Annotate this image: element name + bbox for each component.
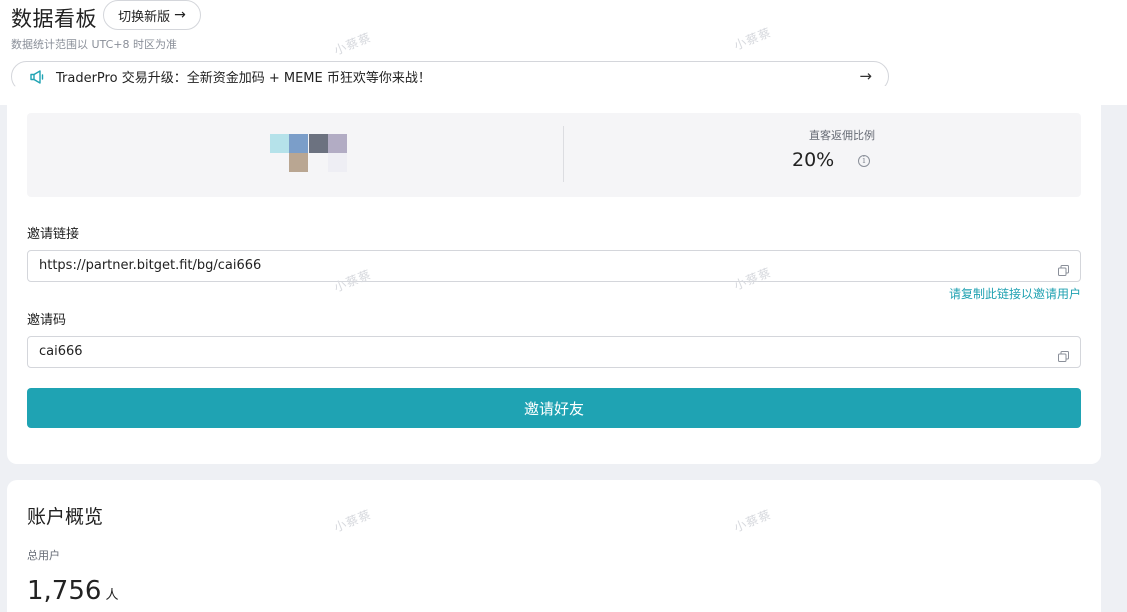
timezone-note: 数据统计范围以 UTC+8 时区为准 [11,38,178,51]
switch-version-button[interactable]: 切换新版 → [103,0,201,30]
arrow-right-icon: → [174,7,186,23]
info-icon[interactable]: i [858,155,870,167]
invite-link-value: https://partner.bitget.fit/bg/cai666 [39,258,262,273]
invite-code-value: cai666 [39,344,83,359]
invite-link-label: 邀请链接 [27,227,80,242]
arrow-right-icon: → [859,67,872,85]
overview-title: 账户概览 [27,506,104,528]
invite-card: 直客返佣比例 20% i 邀请链接 https://partner.bitget… [7,86,1101,464]
rebate-rate-value: 20% [792,149,835,171]
megaphone-icon [28,68,46,86]
divider [563,126,564,182]
announcement-text: TraderPro 交易升级：全新资金加码 + MEME 币狂欢等你来战！ [56,71,431,86]
copy-icon[interactable] [1058,261,1069,276]
page-title: 数据看板 [11,7,97,31]
rebate-stats-panel: 直客返佣比例 20% i [27,113,1081,197]
page: 数据看板 切换新版 → 数据统计范围以 UTC+8 时区为准 TraderPro… [0,0,1127,612]
invite-code-label: 邀请码 [27,313,67,328]
invite-code-field[interactable]: cai666 [27,336,1081,368]
avatar [270,134,350,174]
invite-link-field[interactable]: https://partner.bitget.fit/bg/cai666 [27,250,1081,282]
account-overview-card: 账户概览 总用户 1,756 人 [7,480,1101,612]
invite-friends-button[interactable]: 邀请好友 [27,388,1081,428]
copy-link-hint[interactable]: 请复制此链接以邀请用户 [949,285,1081,302]
total-users-value: 1,756 人 [27,576,118,606]
total-users-label: 总用户 [27,549,60,562]
total-users-number: 1,756 [27,576,102,606]
copy-icon[interactable] [1058,347,1069,362]
rebate-rate-label: 直客返佣比例 [809,129,875,142]
switch-version-label: 切换新版 [118,9,171,25]
total-users-unit: 人 [105,588,119,603]
